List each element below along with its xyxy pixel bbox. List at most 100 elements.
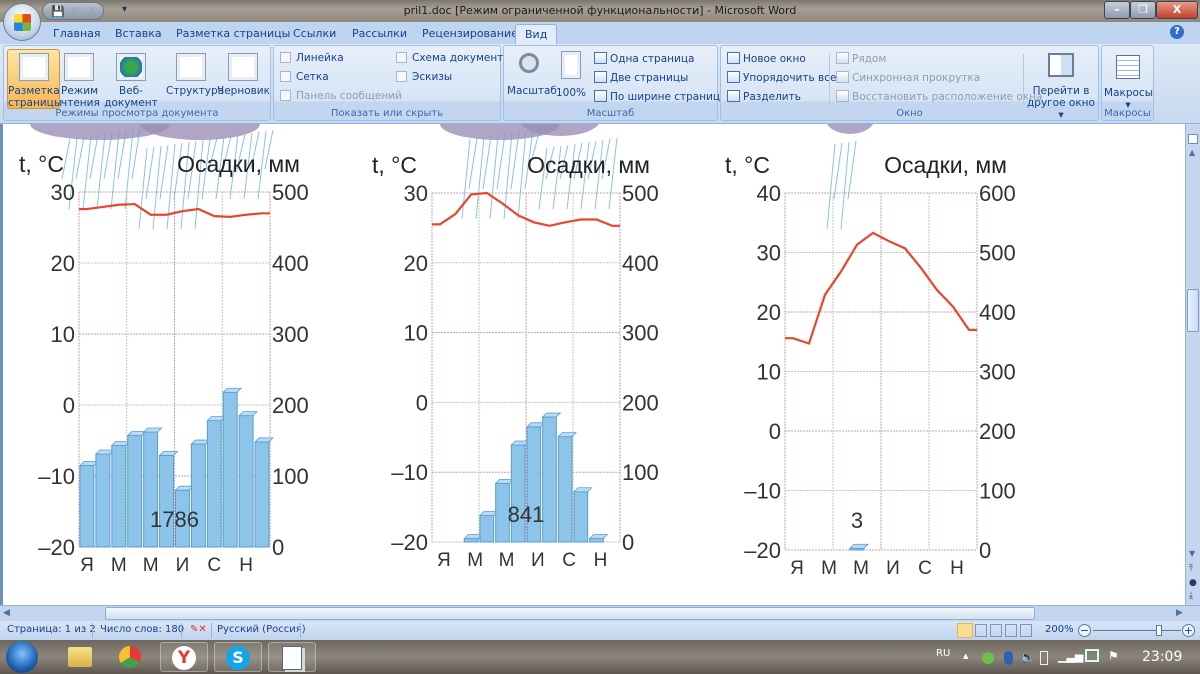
message-bar-checkbox[interactable]: Панель сообщений [280, 90, 402, 102]
y-tick-right: 100 [979, 479, 1016, 504]
switch-windows-icon [1048, 53, 1074, 77]
horizontal-scrollbar[interactable]: ◀ ▶ [0, 605, 1200, 621]
office-button[interactable] [3, 3, 41, 41]
web-layout-button[interactable]: Веб-документ [98, 49, 164, 109]
redo-icon[interactable]: ↻ [87, 5, 101, 18]
draft-button[interactable]: Черновик [217, 49, 270, 97]
outline-view-icon[interactable] [1005, 624, 1017, 637]
ruler-checkbox[interactable]: Линейка [280, 52, 344, 64]
y-tick-right: 500 [272, 180, 309, 205]
side-by-side-button[interactable]: Рядом [836, 52, 886, 65]
word-taskbar-button[interactable] [268, 642, 316, 672]
zoom-100-button[interactable]: 100% [556, 49, 586, 99]
document-page[interactable]: 30 500 20 400 10 300 0 200 –10 100 –20 0 1786 t, °C Ос… [0, 124, 1185, 605]
vertical-scrollbar[interactable]: ▲ ▼ ⤒ ● ⤓ [1185, 124, 1200, 605]
thumbnails-checkbox[interactable]: Эскизы [396, 71, 452, 83]
print-layout-view-icon[interactable] [957, 623, 973, 638]
proofing-error-icon[interactable]: ✎✕ [190, 624, 207, 635]
language-indicator[interactable]: RU [936, 648, 950, 659]
precipitation-bar-top [463, 534, 483, 539]
network-icon[interactable] [1085, 649, 1099, 662]
bluetooth-icon[interactable] [1004, 651, 1013, 665]
word-document-icon [282, 646, 302, 670]
skype-taskbar-button[interactable]: S [214, 642, 262, 672]
tab-home[interactable]: Главная [53, 27, 101, 40]
arrange-all-button[interactable]: Упорядочить все [727, 71, 836, 84]
zoom-button[interactable]: Масштаб [507, 49, 557, 97]
show-hidden-icons[interactable]: ▲ [963, 652, 968, 660]
page-width-button[interactable]: По ширине страницы [594, 90, 728, 103]
scroll-up-icon[interactable]: ▲ [1189, 148, 1195, 157]
yandex-taskbar-button[interactable]: Y [160, 642, 208, 672]
precipitation-bar [542, 416, 557, 543]
draft-view-icon[interactable] [1020, 624, 1032, 637]
next-page-icon[interactable]: ⤓ [1189, 591, 1193, 601]
volume-icon[interactable]: 🔈 [1020, 650, 1035, 664]
tab-mailings[interactable]: Рассылки [352, 27, 407, 40]
select-browse-object-icon[interactable]: ● [1189, 578, 1197, 588]
y-tick-left: –20 [391, 530, 428, 555]
scroll-right-icon[interactable]: ▶ [1176, 608, 1183, 618]
word-count[interactable]: Число слов: 180 [100, 624, 184, 635]
full-screen-reading-button[interactable]: Режим чтения [61, 49, 100, 109]
reading-view-icon[interactable] [975, 624, 987, 637]
rain-icon [461, 138, 471, 220]
help-icon[interactable]: ? [1170, 25, 1184, 39]
two-pages-button[interactable]: Две страницы [594, 71, 688, 84]
undo-icon[interactable]: ↶ [67, 5, 81, 18]
reset-window-position-button[interactable]: Восстановить расположение окна [836, 90, 1042, 103]
precipitation-bar-top [142, 427, 163, 433]
zoom-out-button[interactable]: − [1078, 624, 1091, 637]
zoom-slider-track[interactable] [1093, 630, 1181, 631]
synchronous-scrolling-button[interactable]: Синхронная прокрутка [836, 71, 980, 84]
customize-qat-icon[interactable]: ▾ [122, 4, 127, 15]
browser-taskbar-button[interactable] [106, 642, 154, 672]
zoom-level[interactable]: 200% [1045, 624, 1074, 635]
security-icon[interactable] [982, 652, 994, 664]
y-tick-left: 40 [757, 181, 781, 206]
month-label: Я [790, 558, 804, 579]
one-page-button[interactable]: Одна страница [594, 52, 694, 65]
language[interactable]: Русский (Россия) [217, 624, 306, 635]
zoom-in-button[interactable]: + [1182, 624, 1195, 637]
divider [1023, 54, 1024, 104]
tab-view[interactable]: Вид [515, 24, 558, 45]
action-center-flag-icon[interactable]: ⚑ [1108, 649, 1119, 663]
scroll-down-icon[interactable]: ▼ [1189, 549, 1195, 558]
web-view-icon[interactable] [990, 624, 1002, 637]
split-button[interactable]: Разделить [727, 90, 801, 103]
tab-references[interactable]: Ссылки [293, 27, 336, 40]
print-layout-button[interactable]: Разметка страницы [7, 49, 62, 109]
tab-review[interactable]: Рецензирование [422, 27, 518, 40]
y-tick-right: 200 [979, 419, 1016, 444]
new-window-button[interactable]: Новое окно [727, 52, 806, 65]
restore-button[interactable]: ❐ [1130, 1, 1156, 19]
horizontal-scroll-thumb[interactable] [105, 607, 1035, 620]
zoom-slider-thumb[interactable] [1156, 625, 1162, 636]
outline-button[interactable]: Структура [166, 49, 224, 97]
explorer-taskbar-button[interactable] [56, 642, 104, 672]
macros-button[interactable]: Макросы ▾ [1104, 49, 1153, 111]
month-label: М [467, 550, 483, 571]
rain-icon [468, 137, 478, 190]
month-label: И [531, 550, 545, 571]
scroll-thumb[interactable] [1187, 289, 1199, 332]
y-tick-left: –10 [38, 464, 75, 489]
tab-page-layout[interactable]: Разметка страницы [176, 27, 290, 40]
reading-icon [64, 53, 94, 81]
close-button[interactable]: X [1156, 1, 1198, 19]
previous-page-icon[interactable]: ⤒ [1189, 564, 1193, 574]
minimize-button[interactable]: – [1104, 1, 1130, 19]
rain-icon [110, 131, 120, 210]
view-ruler-icon[interactable] [1188, 134, 1198, 144]
start-button[interactable] [6, 641, 38, 673]
signal-icon[interactable]: ▁▃▅ [1058, 650, 1083, 663]
scroll-left-icon[interactable]: ◀ [3, 608, 10, 618]
page-count[interactable]: Страница: 1 из 2 [7, 624, 96, 635]
grid-checkbox[interactable]: Сетка [280, 71, 329, 83]
power-icon[interactable] [1040, 651, 1048, 665]
clock[interactable]: 23:09 [1142, 649, 1182, 665]
tab-insert[interactable]: Вставка [115, 27, 162, 40]
document-map-checkbox[interactable]: Схема документа [396, 52, 510, 64]
save-icon[interactable]: 💾 [51, 5, 65, 18]
